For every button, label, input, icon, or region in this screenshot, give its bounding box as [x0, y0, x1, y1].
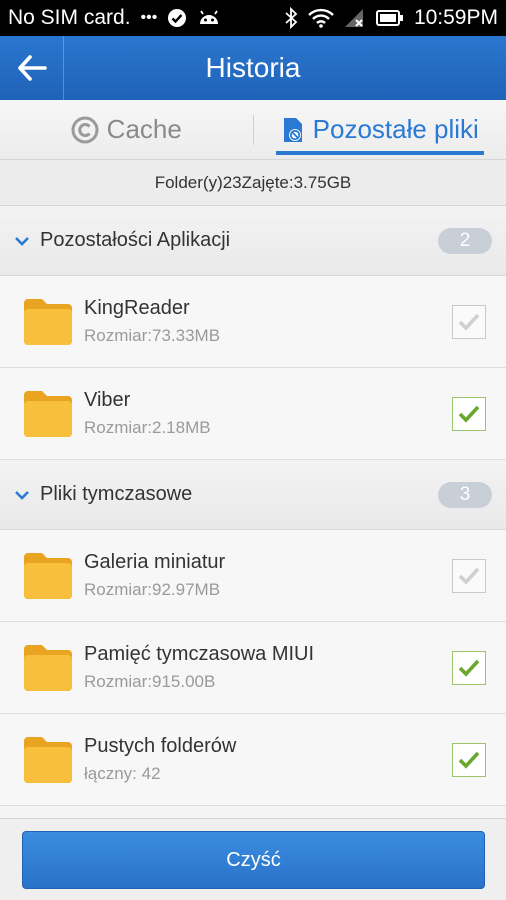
more-notifications-dots: ••• [140, 9, 158, 26]
item-size: Rozmiar:92.97MB [84, 580, 221, 599]
list-item[interactable]: Viber Rozmiar:2.18MB [0, 368, 506, 460]
status-bar: No SIM card. ••• 10:59PM [0, 0, 506, 36]
item-name: Galeria miniatur [84, 551, 226, 573]
footer-bar: Czyść [0, 818, 506, 900]
page-title: Historia [205, 52, 301, 83]
file-list: Pozostałości Aplikacji 2 KingReader Rozm… [0, 206, 506, 806]
item-size: łączny: 42 [84, 764, 161, 783]
bluetooth-icon [284, 7, 298, 29]
item-name: Viber [84, 389, 131, 411]
count-badge: 3 [438, 481, 492, 508]
count-badge: 2 [438, 227, 492, 254]
folder-icon [24, 390, 72, 437]
check-icon [458, 751, 480, 769]
check-icon [458, 313, 480, 331]
arrow-left-icon [17, 55, 47, 81]
battery-icon [375, 9, 404, 27]
clock: 10:59PM [413, 6, 498, 29]
tab-cache[interactable]: Cache [0, 100, 253, 159]
check-icon [458, 405, 480, 423]
item-name: KingReader [84, 297, 190, 319]
chevron-down-icon [14, 235, 30, 247]
list-item[interactable]: Galeria miniatur Rozmiar:92.97MB [0, 530, 506, 622]
list-item[interactable]: Pustych folderów łączny: 42 [0, 714, 506, 806]
group-header-app-leftovers[interactable]: Pozostałości Aplikacji 2 [0, 206, 506, 276]
android-icon [197, 8, 221, 28]
item-checkbox[interactable] [452, 558, 486, 593]
folder-icon [24, 298, 72, 345]
app-bar: Historia [0, 36, 506, 100]
check-icon [458, 567, 480, 585]
wifi-icon [308, 8, 334, 28]
group-label: Pliki tymczasowe [40, 483, 193, 505]
storage-summary: Folder(y)23Zajęte:3.75GB [0, 160, 506, 206]
copyright-icon [71, 116, 99, 143]
tab-remaining-files-label: Pozostałe pliki [312, 114, 479, 144]
carrier-label: No SIM card. [8, 6, 131, 29]
back-button[interactable] [0, 36, 64, 100]
group-label: Pozostałości Aplikacji [40, 229, 231, 251]
tab-bar: Cache Pozostałe pliki [0, 100, 506, 160]
item-size: Rozmiar:2.18MB [84, 418, 211, 437]
check-circle-icon [167, 8, 187, 28]
list-item[interactable]: KingReader Rozmiar:73.33MB [0, 276, 506, 368]
signal-icon [344, 8, 366, 28]
item-name: Pamięć tymczasowa MIUI [84, 643, 315, 665]
folder-icon [24, 736, 72, 783]
group-header-temp-files[interactable]: Pliki tymczasowe 3 [0, 460, 506, 530]
item-size: Rozmiar:73.33MB [84, 326, 221, 345]
folder-icon [24, 644, 72, 691]
list-item[interactable]: Pamięć tymczasowa MIUI Rozmiar:915.00B [0, 622, 506, 714]
item-checkbox[interactable] [452, 396, 486, 431]
tab-cache-label: Cache [106, 114, 182, 144]
item-checkbox[interactable] [452, 742, 486, 777]
file-block-icon [283, 117, 302, 142]
folder-icon [24, 552, 72, 599]
item-checkbox[interactable] [452, 650, 486, 685]
chevron-down-icon [14, 489, 30, 501]
check-icon [458, 659, 480, 677]
clean-button[interactable]: Czyść [22, 831, 485, 889]
tab-remaining-files[interactable]: Pozostałe pliki [254, 100, 506, 159]
item-size: Rozmiar:915.00B [84, 672, 216, 691]
item-name: Pustych folderów [84, 735, 237, 757]
item-checkbox[interactable] [452, 304, 486, 339]
